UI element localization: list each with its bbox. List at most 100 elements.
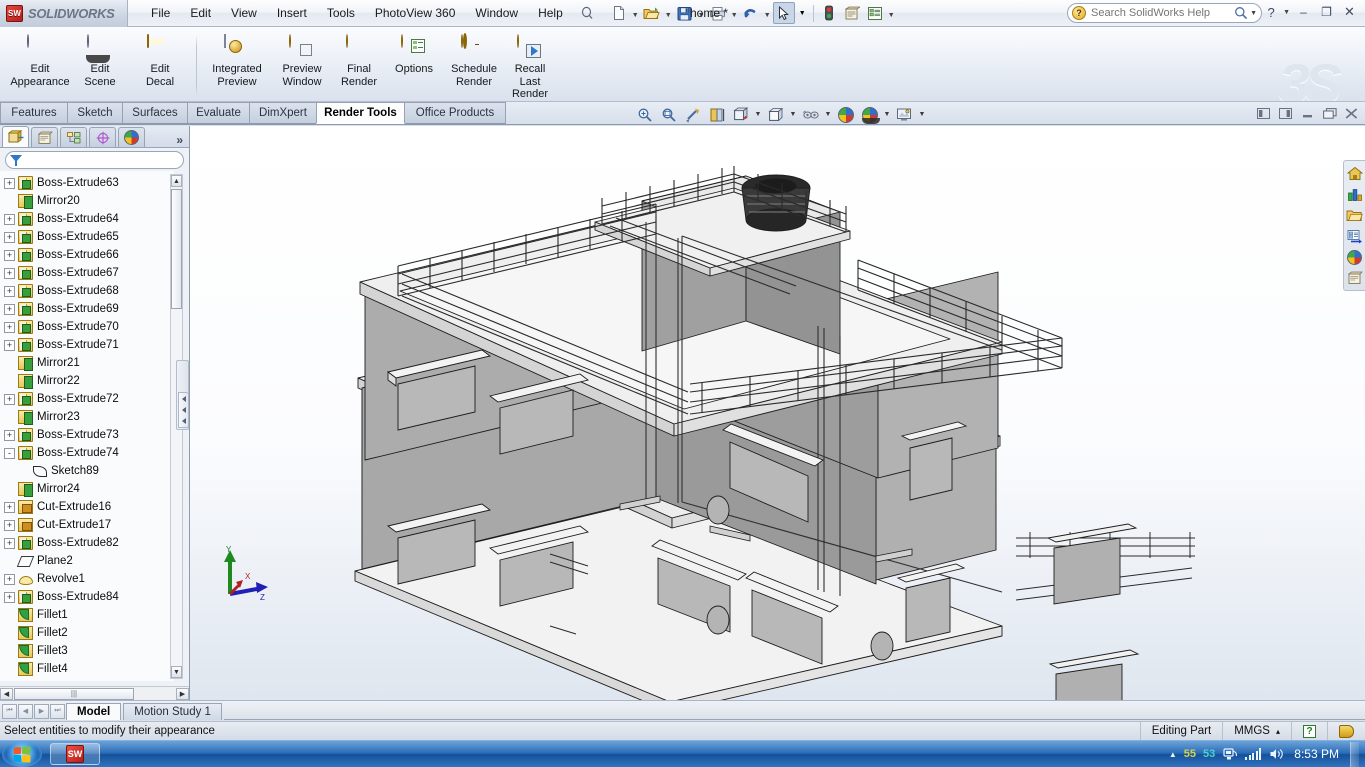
feature-tree-item[interactable]: Mirror23 bbox=[0, 408, 174, 426]
tab-evaluate[interactable]: Evaluate bbox=[187, 102, 250, 124]
final-render-button[interactable]: Final Render bbox=[333, 31, 385, 88]
search-sphere-icon[interactable] bbox=[1346, 248, 1364, 266]
expand-toggle-icon[interactable]: + bbox=[4, 393, 15, 405]
taskbar-clock[interactable]: 8:53 PM bbox=[1291, 747, 1339, 761]
menu-tools[interactable]: Tools bbox=[318, 2, 364, 24]
traffic-light-icon[interactable] bbox=[818, 2, 840, 24]
maximize-button[interactable]: ❐ bbox=[1317, 3, 1336, 21]
new-document-caret[interactable]: ▼ bbox=[631, 2, 640, 24]
new-document-icon[interactable] bbox=[608, 2, 630, 24]
expand-toggle-icon[interactable]: + bbox=[4, 339, 15, 351]
expand-toggle-icon[interactable]: + bbox=[4, 429, 15, 441]
building-model-3d[interactable] bbox=[190, 126, 1365, 700]
feature-tree-item[interactable]: + Boss-Extrude71 bbox=[0, 336, 174, 354]
tile-right-icon[interactable] bbox=[1278, 106, 1293, 120]
volume-speaker-icon[interactable] bbox=[1268, 746, 1284, 762]
expand-toggle-icon[interactable]: + bbox=[4, 321, 15, 333]
feature-tree-item[interactable]: + Boss-Extrude84 bbox=[0, 588, 174, 606]
section-view-icon[interactable] bbox=[706, 104, 727, 125]
collapse-toggle-icon[interactable]: - bbox=[4, 447, 15, 459]
expand-toggle-icon[interactable]: + bbox=[4, 249, 15, 261]
tile-left-icon[interactable] bbox=[1256, 106, 1271, 120]
tray-expand-icon[interactable]: ▲ bbox=[1169, 750, 1177, 759]
feature-tree-item[interactable]: - Boss-Extrude74 bbox=[0, 444, 174, 462]
feature-tree-item[interactable]: + Boss-Extrude73 bbox=[0, 426, 174, 444]
feature-tree-item[interactable]: + Boss-Extrude72 bbox=[0, 390, 174, 408]
open-folder-caret[interactable]: ▼ bbox=[664, 2, 673, 24]
help-caret[interactable]: ▼ bbox=[1283, 9, 1290, 16]
tab-sketch[interactable]: Sketch bbox=[67, 102, 123, 124]
schedule-render-button[interactable]: Schedule Render bbox=[443, 31, 505, 88]
zoom-to-fit-icon[interactable] bbox=[634, 104, 655, 125]
window-close-icon[interactable] bbox=[1344, 106, 1359, 120]
pushpin-icon[interactable] bbox=[578, 4, 596, 22]
display-style-caret[interactable]: ▼ bbox=[789, 111, 797, 118]
configuration-manager-tab[interactable] bbox=[60, 127, 87, 147]
more-tabs-button[interactable]: » bbox=[176, 133, 183, 147]
scroll-thumb[interactable] bbox=[171, 189, 182, 309]
windows-start-orb-icon[interactable] bbox=[2, 741, 42, 767]
window-minimize-icon[interactable] bbox=[1300, 106, 1315, 120]
feature-manager-tab[interactable] bbox=[2, 126, 29, 147]
feature-tree-item[interactable]: + Boss-Extrude65 bbox=[0, 228, 174, 246]
feature-tree-item[interactable]: + Revolve1 bbox=[0, 570, 174, 588]
next-tab-button[interactable]: ▶ bbox=[34, 703, 49, 719]
render-options-button[interactable]: Options bbox=[385, 31, 443, 76]
feature-tree-item[interactable]: Plane2 bbox=[0, 552, 174, 570]
scroll-right-arrow-icon[interactable]: ▶ bbox=[176, 687, 189, 700]
zoom-to-area-icon[interactable] bbox=[658, 104, 679, 125]
menu-help[interactable]: Help bbox=[529, 2, 572, 24]
hide-show-caret[interactable]: ▼ bbox=[824, 111, 832, 118]
help-search-box[interactable]: ? ▼ bbox=[1067, 3, 1262, 23]
view-settings-icon[interactable] bbox=[894, 104, 915, 125]
feature-tree-item[interactable]: + Cut-Extrude16 bbox=[0, 498, 174, 516]
edit-decal-button[interactable]: Edit Decal bbox=[130, 31, 190, 88]
display-manager-caret[interactable]: ▼ bbox=[887, 2, 896, 24]
menu-window[interactable]: Window bbox=[466, 2, 527, 24]
display-style-icon[interactable] bbox=[765, 104, 786, 125]
edit-scene-button[interactable]: Edit Scene bbox=[70, 31, 130, 88]
help-badge-cell[interactable]: ? bbox=[1291, 721, 1327, 741]
feature-tree-item[interactable]: + Boss-Extrude67 bbox=[0, 264, 174, 282]
feature-tree-item[interactable]: + Cut-Extrude17 bbox=[0, 516, 174, 534]
select-caret[interactable]: ▼ bbox=[796, 2, 809, 24]
tab-surfaces[interactable]: Surfaces bbox=[122, 102, 188, 124]
expand-toggle-icon[interactable]: + bbox=[4, 267, 15, 279]
custom-properties-icon[interactable] bbox=[1346, 269, 1364, 287]
search-dropdown-caret[interactable]: ▼ bbox=[1248, 10, 1257, 17]
feature-tree-item[interactable]: Fillet1 bbox=[0, 606, 174, 624]
window-restore-icon[interactable] bbox=[1322, 106, 1337, 120]
close-button[interactable]: ✕ bbox=[1340, 3, 1359, 21]
help-icon[interactable]: ? bbox=[1263, 5, 1279, 20]
options-gear-icon[interactable] bbox=[841, 2, 863, 24]
last-tab-button[interactable]: ⏭ bbox=[50, 703, 65, 719]
prev-tab-button[interactable]: ◀ bbox=[18, 703, 33, 719]
undo-arrow-icon[interactable] bbox=[740, 2, 762, 24]
expand-toggle-icon[interactable]: + bbox=[4, 231, 15, 243]
expand-toggle-icon[interactable]: + bbox=[4, 285, 15, 297]
appearances-scenes-icon[interactable] bbox=[1346, 185, 1364, 203]
feature-tree-item[interactable]: Fillet3 bbox=[0, 642, 174, 660]
feature-tree-item[interactable]: + Boss-Extrude64 bbox=[0, 210, 174, 228]
expand-toggle-icon[interactable]: + bbox=[4, 573, 15, 585]
show-desktop-button[interactable] bbox=[1350, 741, 1359, 767]
expand-toggle-icon[interactable]: + bbox=[4, 303, 15, 315]
menu-photoview-360[interactable]: PhotoView 360 bbox=[366, 2, 465, 24]
feature-tree-horizontal-scrollbar[interactable]: ◀ ||| ▶ bbox=[0, 686, 189, 700]
previous-view-icon[interactable] bbox=[682, 104, 703, 125]
hscroll-thumb[interactable]: ||| bbox=[14, 687, 134, 700]
menu-view[interactable]: View bbox=[222, 2, 266, 24]
feature-tree-item[interactable]: + Boss-Extrude68 bbox=[0, 282, 174, 300]
print-caret[interactable]: ▼ bbox=[730, 2, 739, 24]
design-library-icon[interactable] bbox=[1346, 206, 1364, 224]
view-settings-caret[interactable]: ▼ bbox=[918, 111, 926, 118]
feature-tree-item[interactable]: Sketch89 bbox=[0, 462, 174, 480]
scroll-left-arrow-icon[interactable]: ◀ bbox=[0, 687, 13, 700]
feature-filter-input[interactable] bbox=[25, 154, 183, 166]
recall-last-render-button[interactable]: Recall Last Render bbox=[505, 31, 555, 101]
view-orientation-icon[interactable] bbox=[730, 104, 751, 125]
tab-motion-study[interactable]: Motion Study 1 bbox=[123, 702, 222, 720]
tab-dimxpert[interactable]: DimXpert bbox=[249, 102, 317, 124]
network-icon[interactable] bbox=[1222, 746, 1238, 762]
integrated-preview-button[interactable]: Integrated Preview bbox=[203, 31, 271, 88]
